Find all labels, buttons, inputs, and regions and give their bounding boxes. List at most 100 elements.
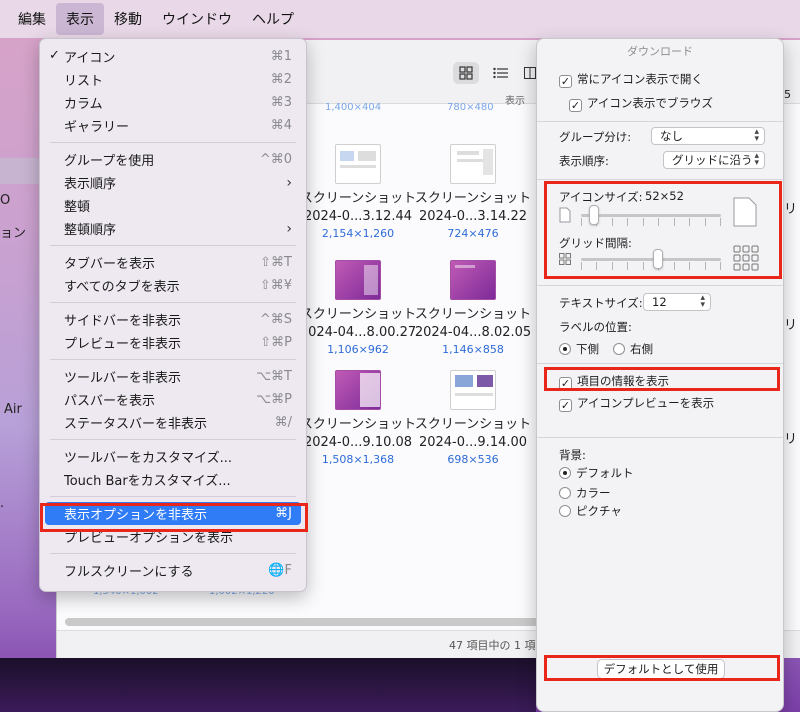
menu-item-shortcut: ^⌘0 [259, 152, 292, 167]
annotation-highlight [544, 181, 782, 279]
popup-value: なし [660, 129, 683, 143]
column-icon [524, 67, 536, 79]
menu-item-label: アイコン [64, 51, 116, 66]
updown-chevron-icon: ▴ ▾ [754, 151, 759, 168]
icon-view-button[interactable] [453, 62, 479, 84]
divider [537, 179, 783, 180]
horizontal-scrollbar[interactable] [65, 618, 595, 626]
file-name-line1: スクリーンショット [299, 307, 417, 322]
file-item[interactable]: スクリーンショット 2024-04...8.02.05 1,146×858 [413, 260, 533, 358]
menu-item-show-tab-bar[interactable]: タブバーを表示 ⇧⌘T [40, 251, 306, 274]
file-item[interactable]: スクリーンショット 2024-0...3.14.22 724×476 [413, 144, 533, 242]
menu-item-label: グループを使用 [64, 154, 155, 169]
menu-item-customize-toolbar[interactable]: ツールバーをカスタマイズ... [40, 445, 306, 468]
menu-item-label: タブバーを表示 [64, 257, 156, 272]
list-icon [492, 67, 508, 79]
menu-item-shortcut: ⌘3 [270, 95, 292, 110]
browse-icon-checkbox[interactable]: ✓ アイコン表示でブラウズ [569, 95, 713, 112]
menu-separator [50, 553, 296, 554]
label-bottom-radio[interactable]: 下側 [559, 341, 599, 357]
sort-by-label: 表示順序: [559, 154, 609, 168]
menu-view[interactable]: 表示 [56, 3, 104, 35]
menu-bar: 編集 表示 移動 ウインドウ ヘルプ [0, 0, 800, 38]
file-name-line2: 2024-0...9.10.08 [303, 435, 413, 450]
radio-button [613, 343, 625, 355]
file-thumbnail [450, 144, 496, 184]
menu-separator [50, 245, 296, 246]
menu-item-shortcut: 🌐F [268, 563, 292, 578]
file-dims-partial: 780×480 [447, 102, 494, 113]
menu-item-use-groups[interactable]: グループを使用 ^⌘0 [40, 148, 306, 171]
menu-item-show-path-bar[interactable]: パスバーを表示 ⌥⌘P [40, 388, 306, 411]
menu-item-column-view[interactable]: カラム ⌘3 [40, 91, 306, 114]
radio-button [559, 505, 571, 517]
menu-item-customize-touch-bar[interactable]: Touch Barをカスタマイズ... [40, 468, 306, 491]
popup-value: 12 [652, 295, 667, 309]
radio-button [559, 343, 571, 355]
menu-item-hide-preview[interactable]: プレビューを非表示 ⇧⌘P [40, 331, 306, 354]
menu-item-shortcut: ⌘2 [270, 72, 292, 87]
menu-item-shortcut: ^⌘S [259, 312, 292, 327]
menu-window[interactable]: ウインドウ [152, 3, 242, 35]
file-thumbnail [450, 260, 496, 300]
file-dims-partial: 1,400×404 [325, 102, 382, 113]
show-icon-preview-checkbox[interactable]: ✓ アイコンプレビューを表示 [559, 395, 714, 412]
menu-item-list-view[interactable]: リスト ⌘2 [40, 68, 306, 91]
divider [537, 363, 783, 364]
bg-picture-radio[interactable]: ピクチャ [559, 503, 622, 519]
text-size-popup[interactable]: 12 ▴ ▾ [643, 293, 711, 311]
list-view-button[interactable] [487, 62, 513, 84]
menu-item-sort-by[interactable]: 表示順序 › [40, 171, 306, 194]
menu-item-gallery-view[interactable]: ギャラリー ⌘4 [40, 114, 306, 137]
menu-item-clean-up[interactable]: 整頓 [40, 194, 306, 217]
menu-item-icon-view[interactable]: ✓ アイコン ⌘1 [40, 45, 306, 68]
label-right-radio[interactable]: 右側 [613, 341, 653, 357]
menu-item-show-all-tabs[interactable]: すべてのタブを表示 ⇧⌘¥ [40, 274, 306, 297]
file-dimensions: 2,154×1,260 [321, 227, 395, 240]
menu-item-label: ツールバーをカスタマイズ... [64, 451, 233, 466]
file-name-line2: 2024-0...9.14.00 [418, 435, 528, 450]
menu-item-label: 整頓 [64, 200, 91, 215]
menu-item-label: フルスクリーンにする [64, 565, 194, 580]
file-name-line2: 2024-0...3.14.22 [418, 209, 528, 224]
sidebar-fragment-3: Air [4, 402, 22, 417]
file-name-line2: 2024-04...8.00.27 [299, 325, 417, 340]
menu-item-clean-up-by[interactable]: 整頓順序 › [40, 217, 306, 240]
menu-item-hide-sidebar[interactable]: サイドバーを非表示 ^⌘S [40, 308, 306, 331]
group-by-popup[interactable]: なし ▴ ▾ [651, 127, 765, 145]
file-item[interactable]: スクリーンショット 2024-0...3.12.44 2,154×1,260 [298, 144, 418, 242]
menu-edit[interactable]: 編集 [8, 3, 56, 35]
menu-go[interactable]: 移動 [104, 3, 152, 35]
divider [537, 437, 783, 438]
menu-item-shortcut: ⌘4 [270, 118, 292, 133]
menu-item-label: すべてのタブを表示 [64, 280, 180, 295]
menu-item-hide-toolbar[interactable]: ツールバーを非表示 ⌥⌘T [40, 365, 306, 388]
radio-button [559, 467, 571, 479]
always-open-icon-checkbox[interactable]: ✓ 常にアイコン表示で開く [559, 71, 703, 88]
menu-item-enter-full-screen[interactable]: フルスクリーンにする 🌐F [40, 559, 306, 582]
menu-item-hide-status-bar[interactable]: ステータスバーを非表示 ⌘/ [40, 411, 306, 434]
menu-separator [50, 359, 296, 360]
menu-help[interactable]: ヘルプ [242, 3, 304, 35]
sidebar-selection[interactable] [0, 158, 40, 184]
file-name-line1: スクリーンショット [299, 417, 417, 432]
bg-color-radio[interactable]: カラー [559, 485, 611, 501]
file-thumbnail [335, 144, 381, 184]
annotation-highlight [544, 367, 780, 391]
bg-default-radio[interactable]: デフォルト [559, 465, 634, 481]
menu-item-label: サイドバーを非表示 [64, 314, 182, 329]
file-item[interactable]: スクリーンショット 2024-0...9.10.08 1,508×1,368 [298, 370, 418, 468]
checkbox-label: アイコン表示でブラウズ [587, 96, 713, 110]
menu-item-shortcut: ⇧⌘T [260, 255, 292, 270]
menu-separator [50, 439, 296, 440]
radio-label: 下側 [576, 342, 599, 356]
sidebar-fragment-2: ョン [0, 226, 27, 241]
file-item[interactable]: スクリーンショット 2024-04...8.00.27 1,106×962 [298, 260, 418, 358]
text-size-label: テキストサイズ: [559, 296, 643, 310]
file-item[interactable]: スクリーンショット 2024-0...9.14.00 698×536 [413, 370, 533, 468]
menu-item-label: リスト [64, 74, 104, 89]
menu-item-label: Touch Barをカスタマイズ... [64, 474, 231, 489]
sort-by-popup[interactable]: グリッドに沿う ▴ ▾ [663, 151, 765, 169]
menu-item-label: ステータスバーを非表示 [64, 417, 208, 432]
updown-chevron-icon: ▴ ▾ [700, 293, 705, 310]
